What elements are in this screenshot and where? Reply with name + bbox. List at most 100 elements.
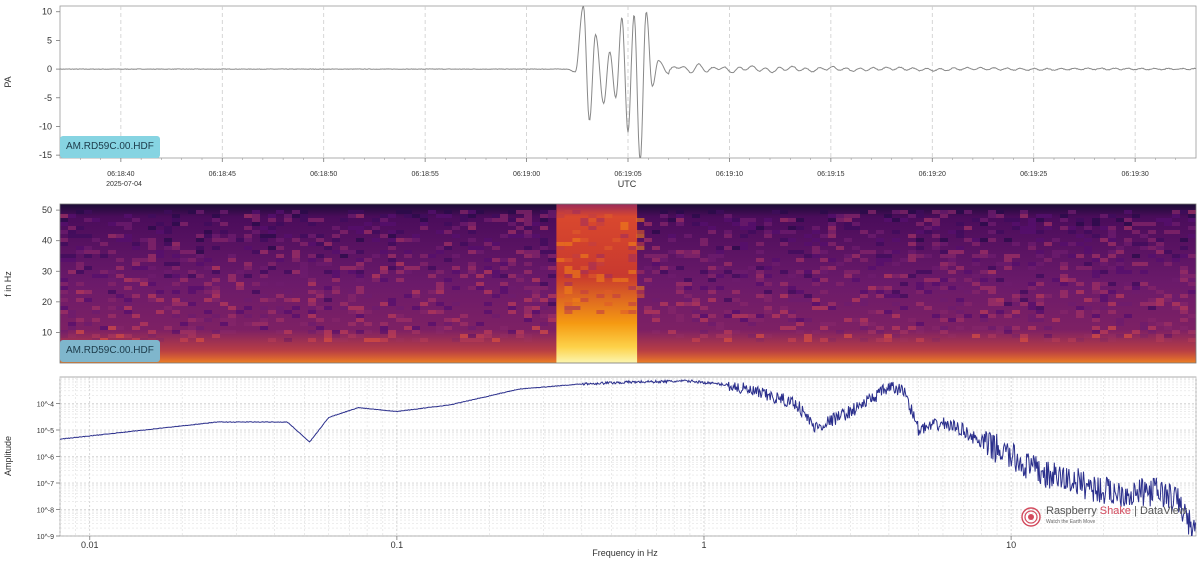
spectrogram-cell xyxy=(540,314,548,318)
spectrogram-cell xyxy=(1164,298,1172,302)
spectrogram-cell xyxy=(892,294,900,298)
spectrogram-cell xyxy=(540,246,548,250)
spectrogram-cell xyxy=(908,210,916,214)
spectrogram-cell xyxy=(92,238,100,242)
spectrogram-cell xyxy=(476,246,484,250)
spectrogram-cell xyxy=(412,238,420,242)
spectrogram-cell xyxy=(692,302,700,306)
spectrogram-cell xyxy=(780,218,788,222)
spectrogram-cell xyxy=(540,286,548,290)
spectrogram-cell xyxy=(172,222,180,226)
spectrogram-cell xyxy=(700,270,708,274)
spectrogram-cell xyxy=(956,326,964,330)
spectrogram-cell xyxy=(404,214,412,218)
spectrogram-cell xyxy=(404,326,412,330)
spectrogram-cell xyxy=(724,270,732,274)
spectrogram-cell xyxy=(532,222,540,226)
spectrogram-cell xyxy=(828,242,836,246)
spectrogram-cell xyxy=(1108,310,1116,314)
spectrogram-cell xyxy=(716,266,724,270)
spectrogram-cell xyxy=(148,258,156,262)
spectrogram-cell xyxy=(244,234,252,238)
spectrogram-cell xyxy=(1036,306,1044,310)
waveform-panel: 1050-5-10-15 06:18:40 06:18:45 06:18:50 06:… xyxy=(3,5,1197,189)
spectrogram-cell xyxy=(340,218,348,222)
spectrogram-cell xyxy=(1076,286,1084,290)
spectrogram-cell xyxy=(1060,250,1068,254)
spectrogram-cell xyxy=(908,258,916,262)
spectrogram-cell xyxy=(1020,226,1028,230)
spectrogram-cell xyxy=(1028,286,1036,290)
logo-brand-part-3: DataView xyxy=(1139,505,1187,517)
spectrogram-cell xyxy=(732,274,740,278)
spectrogram-cell xyxy=(380,250,388,254)
spectrogram-cell xyxy=(812,246,820,250)
spectrogram-cell xyxy=(484,238,492,242)
spectrogram-cell xyxy=(940,210,948,214)
spectrogram-cell xyxy=(884,214,892,218)
spectrogram-cell xyxy=(148,282,156,286)
spectrogram-cell xyxy=(132,314,140,318)
spectrogram-cell xyxy=(92,318,100,322)
spectrogram-y-tick-label-3: 20 xyxy=(42,297,52,307)
spectrogram-cell xyxy=(372,238,380,242)
spectrogram-cell xyxy=(276,210,284,214)
spectrogram-cell xyxy=(1116,322,1124,326)
spectrogram-cell xyxy=(244,322,252,326)
spectrogram-cell xyxy=(764,298,772,302)
spectrogram-cell xyxy=(916,246,924,250)
spectrogram-cell xyxy=(932,242,940,246)
spectrogram-cell xyxy=(500,258,508,262)
spectrogram-event-cell xyxy=(620,310,629,314)
spectrogram-cell xyxy=(124,226,132,230)
spectrogram-cell xyxy=(652,258,660,262)
spectrogram-cell xyxy=(852,298,860,302)
spectrogram-cell xyxy=(924,290,932,294)
spectrogram-cell xyxy=(1068,254,1076,258)
spectrogram-cell xyxy=(908,214,916,218)
spectrogram-cell xyxy=(356,226,364,230)
spectrogram-cell xyxy=(892,230,900,234)
spectrogram-cell xyxy=(60,214,68,218)
spectrogram-cell xyxy=(492,218,500,222)
spectrogram-cell xyxy=(188,326,196,330)
spectrogram-cell xyxy=(356,310,364,314)
spectrogram-cell xyxy=(156,254,164,258)
spectrogram-cell xyxy=(652,230,660,234)
spectrogram-cell xyxy=(404,250,412,254)
spectrogram-cell xyxy=(540,214,548,218)
spectrogram-cell xyxy=(892,218,900,222)
spectrogram-cell xyxy=(292,314,300,318)
spectrogram-cell xyxy=(1012,298,1020,302)
spectrogram-cell xyxy=(108,250,116,254)
spectrogram-cell xyxy=(1036,230,1044,234)
spectrogram-cell xyxy=(756,242,764,246)
spectrogram-cell xyxy=(324,298,332,302)
spectrogram-cell xyxy=(1084,238,1092,242)
spectrogram-cell xyxy=(860,318,868,322)
spectrum-y-tick-label-4: 10^-8 xyxy=(37,508,54,515)
spectrogram-cell xyxy=(276,254,284,258)
spectrogram-cell xyxy=(500,286,508,290)
spectrogram-cell xyxy=(956,230,964,234)
spectrogram-cell xyxy=(540,298,548,302)
spectrogram-cell xyxy=(436,230,444,234)
spectrogram-cell xyxy=(660,222,668,226)
spectrogram-cell xyxy=(1036,294,1044,298)
spectrogram-cell xyxy=(924,306,932,310)
spectrogram-cell xyxy=(716,322,724,326)
spectrogram-cell xyxy=(548,210,556,214)
spectrogram-cell xyxy=(780,230,788,234)
spectrogram-cell xyxy=(1052,254,1060,258)
spectrogram-cell xyxy=(380,270,388,274)
spectrogram-cell xyxy=(868,310,876,314)
spectrogram-cell xyxy=(1100,270,1108,274)
spectrogram-cell xyxy=(356,210,364,214)
spectrogram-cell xyxy=(668,218,676,222)
spectrogram-cell xyxy=(460,218,468,222)
spectrogram-cell xyxy=(492,258,500,262)
spectrogram-cell xyxy=(876,294,884,298)
spectrogram-event-cell xyxy=(628,302,637,306)
spectrogram-cell xyxy=(1060,290,1068,294)
spectrogram-cell xyxy=(1156,242,1164,246)
